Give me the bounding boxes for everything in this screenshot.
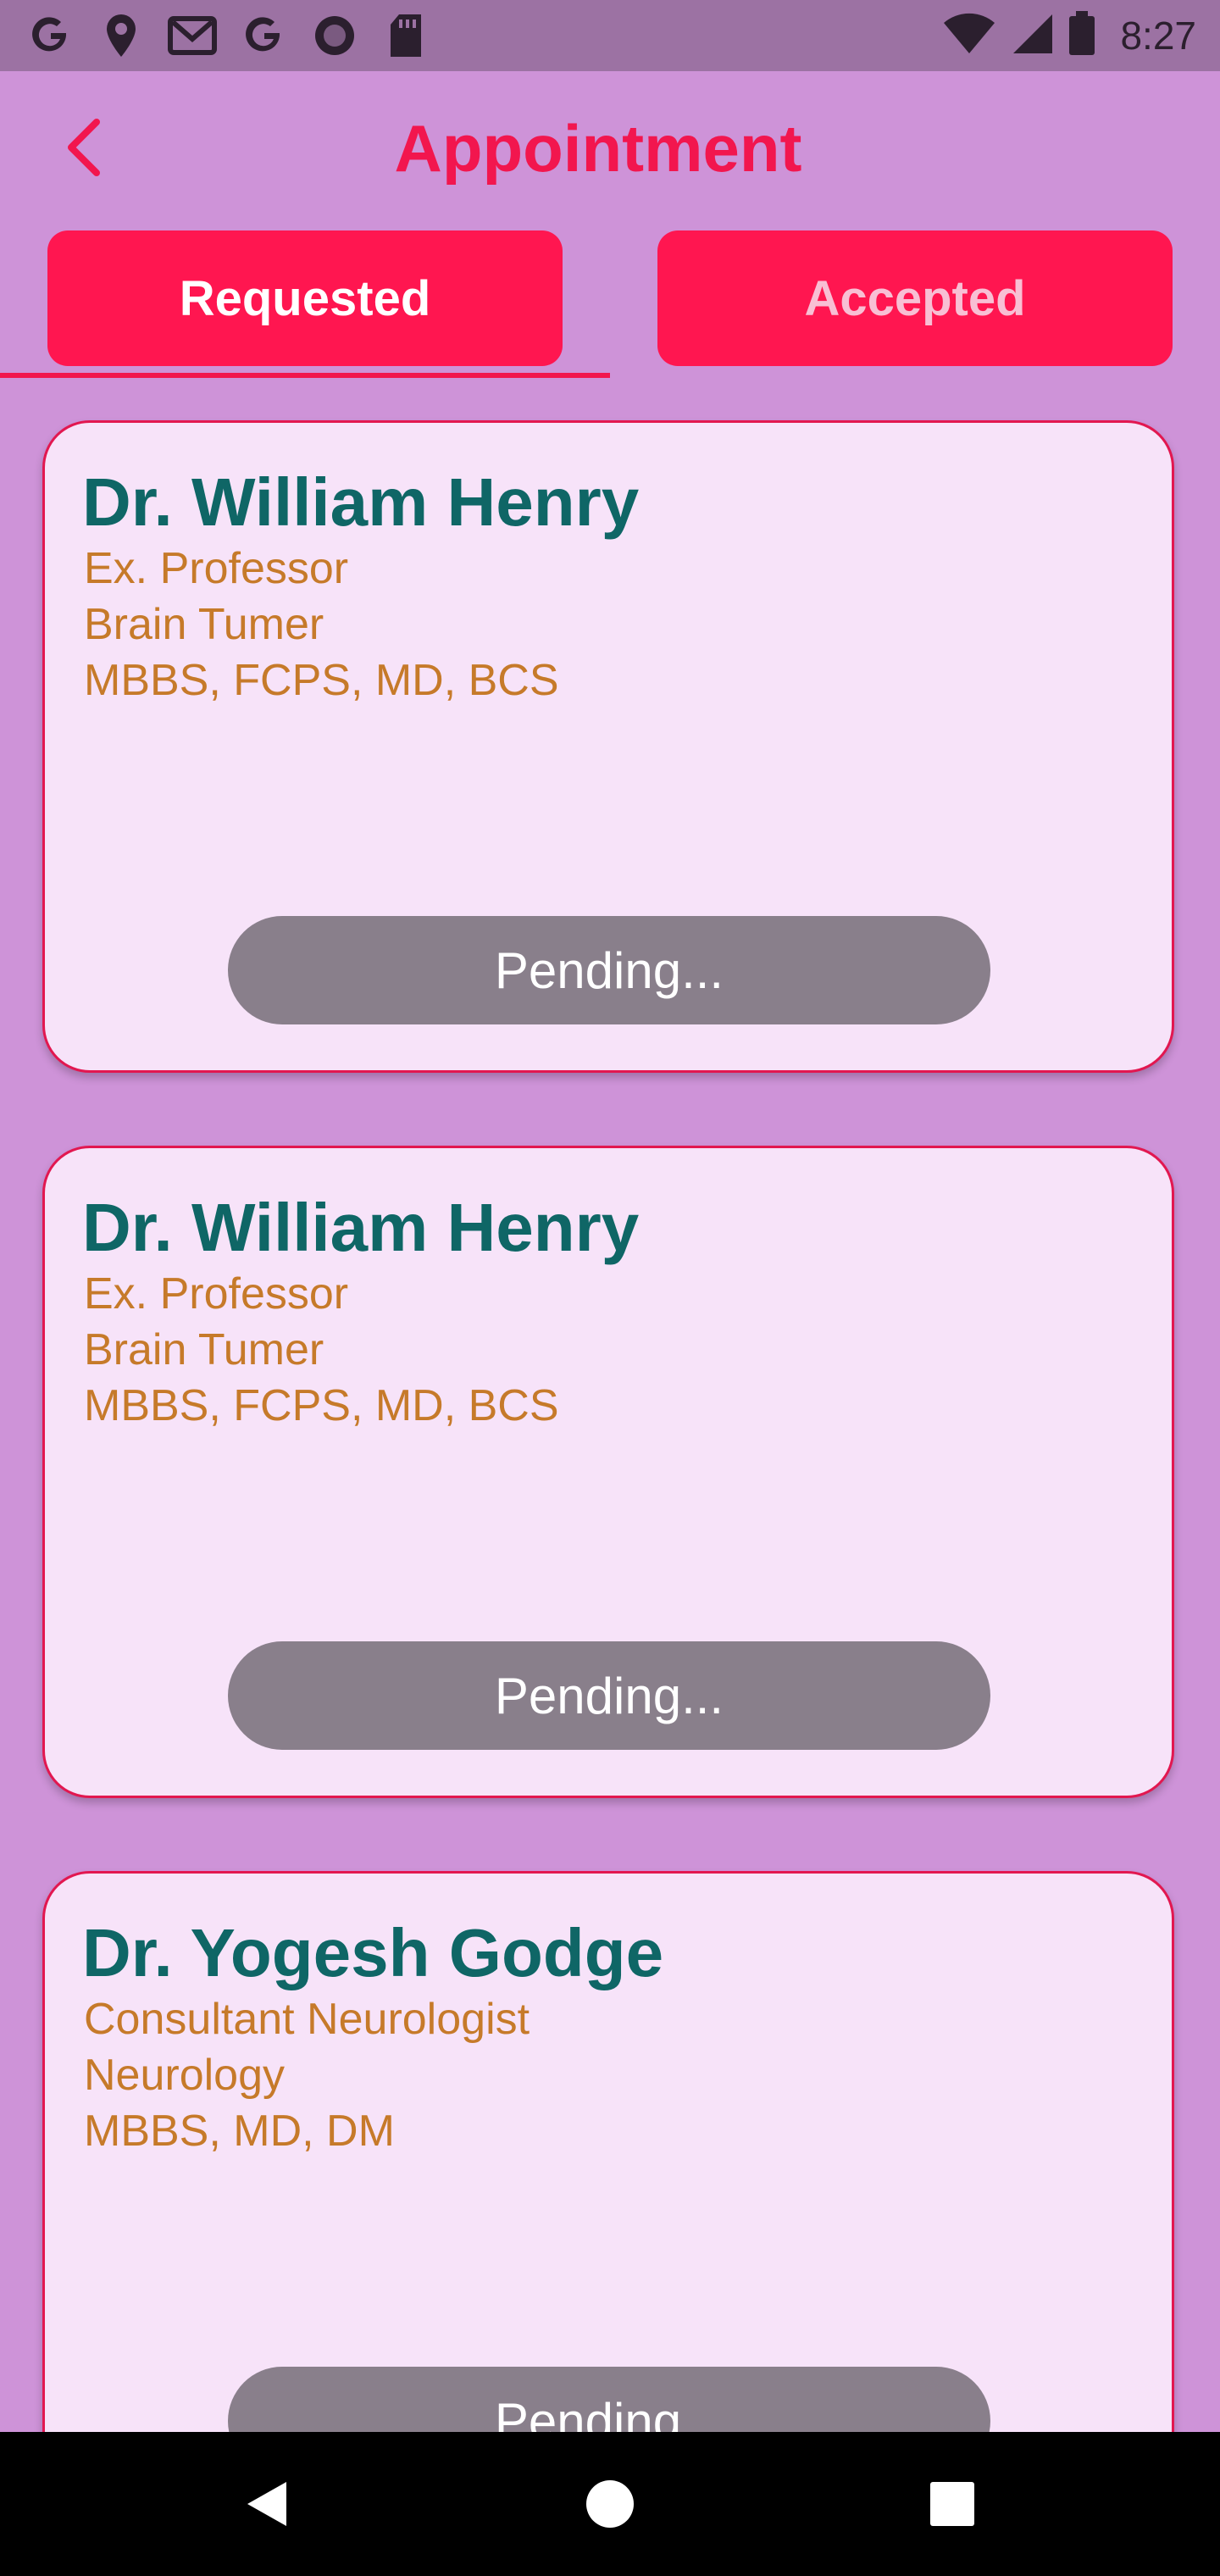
doctor-title: Ex. Professor xyxy=(84,1269,349,1319)
appointment-card[interactable]: Dr. Yogesh Godge Consultant Neurologist … xyxy=(42,1871,1174,2523)
clock: 8:27 xyxy=(1120,14,1196,58)
gmail-icon xyxy=(168,12,217,59)
doctor-title: Ex. Professor xyxy=(84,544,349,593)
system-navigation-bar xyxy=(0,2432,1220,2576)
record-circle-icon xyxy=(310,12,359,59)
doctor-name: Dr. Yogesh Godge xyxy=(82,1915,664,1990)
doctor-specialty: Brain Tumer xyxy=(84,1325,324,1374)
doctor-specialty: Neurology xyxy=(84,2051,286,2100)
google-g-icon xyxy=(25,12,75,59)
tab-requested[interactable]: Requested xyxy=(47,230,563,366)
recents-square-icon xyxy=(930,2482,974,2526)
back-triangle-icon xyxy=(247,2482,286,2526)
cell-signal-icon xyxy=(1010,13,1054,59)
appointment-card[interactable]: Dr. William Henry Ex. Professor Brain Tu… xyxy=(42,1146,1174,1798)
status-bar: 8:27 xyxy=(0,0,1220,71)
doctor-title: Consultant Neurologist xyxy=(84,1995,530,2044)
nav-back-button[interactable] xyxy=(234,2470,302,2538)
tab-selected-indicator xyxy=(0,373,610,378)
location-pin-icon xyxy=(97,12,146,59)
doctor-specialty: Brain Tumer xyxy=(84,600,324,649)
battery-icon xyxy=(1068,10,1096,61)
doctor-degrees: MBBS, FCPS, MD, BCS xyxy=(84,656,559,705)
doctor-degrees: MBBS, MD, DM xyxy=(84,2107,395,2156)
pending-status-button[interactable]: Pending... xyxy=(228,1641,990,1750)
nav-home-button[interactable] xyxy=(576,2470,644,2538)
wifi-icon xyxy=(942,13,996,59)
doctor-degrees: MBBS, FCPS, MD, BCS xyxy=(84,1381,559,1430)
notification-icons xyxy=(25,12,430,59)
page-title: Appointment xyxy=(394,111,802,186)
doctor-name: Dr. William Henry xyxy=(82,464,640,540)
doctor-name: Dr. William Henry xyxy=(82,1190,640,1265)
sd-card-icon xyxy=(381,12,430,59)
pending-status-button[interactable]: Pending... xyxy=(228,916,990,1024)
google-g-icon xyxy=(239,12,288,59)
nav-recents-button[interactable] xyxy=(918,2470,986,2538)
app-bar: Appointment xyxy=(0,71,1220,224)
system-status-icons: 8:27 xyxy=(942,10,1196,61)
home-circle-icon xyxy=(586,2480,634,2528)
tab-accepted[interactable]: Accepted xyxy=(657,230,1173,366)
appointment-card[interactable]: Dr. William Henry Ex. Professor Brain Tu… xyxy=(42,420,1174,1073)
tab-bar: Requested Accepted xyxy=(0,230,1220,380)
